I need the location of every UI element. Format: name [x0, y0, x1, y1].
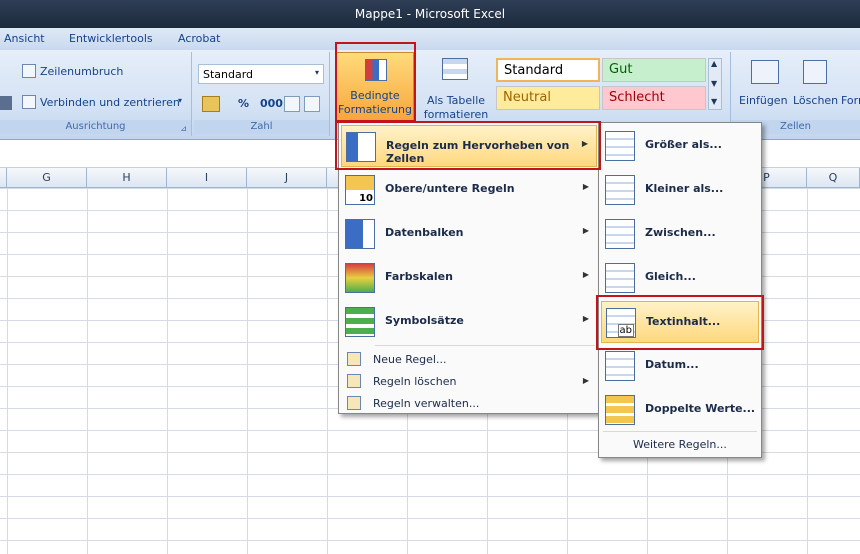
- menu-item-label: Größer als...: [645, 138, 722, 151]
- equal-to-icon: [605, 263, 635, 293]
- format-as-table-button[interactable]: Als Tabelle formatieren: [420, 52, 492, 122]
- menu-item-label: Farbskalen: [385, 270, 453, 283]
- menu-separator: [375, 345, 595, 346]
- column-header-j[interactable]: J: [247, 168, 327, 188]
- menu-item-label: Doppelte Werte...: [645, 402, 756, 415]
- chevron-right-icon: ▶: [582, 182, 589, 191]
- menu-item-icon-sets[interactable]: Symbolsätze ▶: [341, 301, 597, 343]
- date-icon: [605, 351, 635, 381]
- chevron-right-icon: ▶: [582, 226, 589, 235]
- cell-style-standard[interactable]: Standard: [496, 58, 600, 82]
- chevron-down-icon[interactable]: ▾: [178, 96, 182, 105]
- group-label-zahl: Zahl: [194, 120, 329, 134]
- menu-item-label: Gleich...: [645, 270, 696, 283]
- menu-item-less-than[interactable]: Kleiner als...: [601, 169, 759, 211]
- merge-center-icon: [22, 95, 36, 109]
- highlight-rules-submenu: Größer als... Kleiner als... Zwischen... Gl…: [598, 122, 762, 458]
- data-bars-icon: [345, 219, 375, 249]
- top-bottom-rules-icon: 10: [345, 175, 375, 205]
- percent-button[interactable]: %: [238, 97, 249, 110]
- menu-item-date-occurring[interactable]: Datum...: [601, 345, 759, 387]
- styles-scrollbar[interactable]: ▲ ▼ ▼: [708, 58, 722, 110]
- column-header-g[interactable]: G: [7, 168, 87, 188]
- group-ausrichtung: Zeilenumbruch Verbinden und zentrieren ▾…: [0, 52, 192, 136]
- decrease-decimal-icon[interactable]: [304, 96, 320, 112]
- more-icon[interactable]: ▼: [711, 97, 717, 106]
- clear-rules-icon: [347, 374, 361, 388]
- tab-acrobat[interactable]: Acrobat: [178, 32, 220, 45]
- menu-item-label: Datum...: [645, 358, 699, 371]
- menu-item-data-bars[interactable]: Datenbalken ▶: [341, 213, 597, 255]
- manage-rules-icon: [347, 396, 361, 410]
- menu-item-duplicate-values[interactable]: Doppelte Werte...: [601, 389, 759, 431]
- merge-center-button[interactable]: Verbinden und zentrieren: [40, 96, 180, 109]
- chevron-right-icon: ▶: [582, 314, 589, 323]
- format-button[interactable]: Form: [841, 94, 860, 107]
- cell-style-gut[interactable]: Gut: [602, 58, 706, 82]
- new-rule-icon: [347, 352, 361, 366]
- delete-button[interactable]: Löschen: [793, 94, 838, 107]
- tab-ansicht[interactable]: Ansicht: [4, 32, 45, 45]
- column-header-edge: [0, 168, 7, 188]
- tab-entwicklertools[interactable]: Entwicklertools: [69, 32, 153, 45]
- menu-item-label: Kleiner als...: [645, 182, 724, 195]
- thousands-button[interactable]: 000: [260, 97, 283, 110]
- cell-style-schlecht[interactable]: Schlecht: [602, 86, 706, 110]
- column-header-i[interactable]: I: [167, 168, 247, 188]
- chevron-down-icon: ▾: [314, 68, 319, 77]
- chevron-right-icon: ▶: [582, 270, 589, 279]
- menu-item-label: Regeln löschen: [373, 375, 457, 388]
- menu-item-new-rule[interactable]: Neue Regel...: [341, 349, 597, 371]
- greater-than-icon: [605, 131, 635, 161]
- ten-label: 10: [359, 193, 373, 204]
- chevron-down-icon[interactable]: ▼: [711, 79, 717, 88]
- insert-cells-icon[interactable]: [751, 60, 779, 84]
- wrap-text-icon: [22, 64, 36, 78]
- menu-item-manage-rules[interactable]: Regeln verwalten...: [341, 393, 597, 415]
- wrap-text-button[interactable]: Zeilenumbruch: [40, 65, 123, 78]
- group-zahl: Standard ▾ % 000 Zahl: [194, 52, 330, 136]
- between-icon: [605, 219, 635, 249]
- menu-item-between[interactable]: Zwischen...: [601, 213, 759, 255]
- menu-item-weitere-regeln[interactable]: Weitere Regeln...: [601, 433, 759, 457]
- icon-sets-icon: [345, 307, 375, 337]
- highlight-box-highlight-rules: [335, 121, 601, 170]
- menu-item-label: Zwischen...: [645, 226, 716, 239]
- menu-separator: [603, 431, 757, 432]
- menu-item-label: Neue Regel...: [373, 353, 447, 366]
- delete-cells-icon[interactable]: [803, 60, 827, 84]
- number-format-select[interactable]: Standard ▾: [198, 64, 324, 84]
- increase-decimal-icon[interactable]: [284, 96, 300, 112]
- insert-button[interactable]: Einfügen: [739, 94, 788, 107]
- highlight-box-conditional-formatting: [335, 42, 416, 122]
- chevron-right-icon: ▶: [582, 376, 589, 385]
- column-header-h[interactable]: H: [87, 168, 167, 188]
- group-label-ausrichtung: Ausrichtung: [0, 120, 191, 134]
- menu-item-label: Obere/untere Regeln: [385, 182, 515, 195]
- window-title: Mappe1 - Microsoft Excel: [354, 7, 506, 21]
- duplicate-values-icon: [605, 395, 635, 425]
- highlight-box-text-contains: [596, 295, 764, 350]
- color-scales-icon: [345, 263, 375, 293]
- dialog-launcher-icon[interactable]: ⊿: [180, 124, 187, 133]
- cell-style-neutral[interactable]: Neutral: [496, 86, 600, 110]
- menu-item-equal-to[interactable]: Gleich...: [601, 257, 759, 299]
- menu-item-greater-than[interactable]: Größer als...: [601, 125, 759, 167]
- table-icon: [442, 58, 468, 80]
- column-header-q[interactable]: Q: [807, 168, 860, 188]
- menu-item-label: Symbolsätze: [385, 314, 464, 327]
- menu-item-label: Regeln verwalten...: [373, 397, 480, 410]
- indent-icon[interactable]: [0, 96, 12, 110]
- menu-item-top-bottom-rules[interactable]: 10 Obere/untere Regeln ▶: [341, 169, 597, 211]
- menu-item-label: Datenbalken: [385, 226, 464, 239]
- currency-icon[interactable]: [202, 96, 220, 112]
- chevron-up-icon[interactable]: ▲: [711, 59, 717, 68]
- menu-item-clear-rules[interactable]: Regeln löschen ▶: [341, 371, 597, 393]
- title-bar: Mappe1 - Microsoft Excel: [0, 0, 860, 28]
- less-than-icon: [605, 175, 635, 205]
- ribbon-tabs: Ansicht Entwicklertools Acrobat: [0, 28, 860, 50]
- menu-item-color-scales[interactable]: Farbskalen ▶: [341, 257, 597, 299]
